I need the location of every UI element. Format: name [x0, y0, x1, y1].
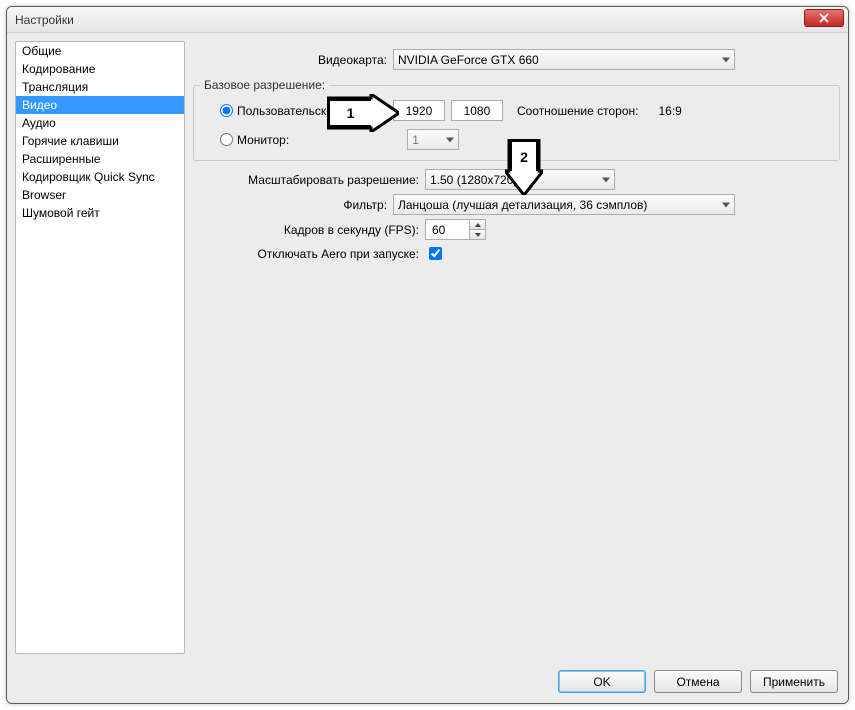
fps-spin-buttons: [470, 219, 486, 240]
fps-spinner[interactable]: [425, 219, 486, 240]
height-field[interactable]: [451, 100, 503, 121]
client-area: ОбщиеКодированиеТрансляцияВидеоАудиоГоря…: [7, 33, 848, 662]
radio-monitor-input[interactable]: [220, 133, 233, 146]
sidebar-item-2[interactable]: Трансляция: [16, 78, 184, 96]
settings-window: Настройки ОбщиеКодированиеТрансляцияВиде…: [6, 6, 849, 704]
ok-button-label: OK: [593, 675, 610, 689]
apply-button-label: Применить: [763, 675, 825, 689]
scale-select-value: 1.50 (1280x720): [430, 173, 517, 187]
monitor-select-value: 1: [412, 133, 419, 147]
radio-custom-input[interactable]: [220, 104, 233, 117]
sidebar-item-8[interactable]: Browser: [16, 186, 184, 204]
radio-monitor-resolution[interactable]: Монитор:: [220, 133, 289, 147]
sidebar-item-0[interactable]: Общие: [16, 42, 184, 60]
cancel-button-label: Отмена: [676, 675, 719, 689]
filter-select[interactable]: Ланцоша (лучшая детализация, 36 сэмплов): [393, 194, 735, 215]
sidebar-item-4[interactable]: Аудио: [16, 114, 184, 132]
ok-button[interactable]: OK: [558, 670, 646, 693]
base-resolution-legend: Базовое разрешение:: [200, 78, 329, 92]
aero-label: Отключать Aero при запуске:: [193, 247, 425, 261]
monitor-select[interactable]: 1: [407, 129, 459, 150]
fps-field[interactable]: [425, 219, 470, 240]
chevron-down-icon: [722, 202, 730, 207]
radio-monitor-label: Монитор:: [237, 133, 289, 147]
button-bar: OK Отмена Применить: [7, 662, 848, 703]
sidebar-item-6[interactable]: Расширенные: [16, 150, 184, 168]
settings-nav-list[interactable]: ОбщиеКодированиеТрансляцияВидеоАудиоГоря…: [15, 41, 185, 654]
close-button[interactable]: [804, 9, 844, 27]
sidebar-item-9[interactable]: Шумовой гейт: [16, 204, 184, 222]
apply-button[interactable]: Применить: [750, 670, 838, 693]
chevron-down-icon: [602, 177, 610, 182]
fps-input[interactable]: [430, 220, 465, 239]
fps-spin-down[interactable]: [470, 229, 485, 239]
height-input[interactable]: [456, 101, 498, 120]
filter-select-value: Ланцоша (лучшая детализация, 36 сэмплов): [398, 198, 647, 212]
scale-label: Масштабировать разрешение:: [193, 173, 425, 187]
aspect-ratio-label: Соотношение сторон:: [517, 104, 645, 118]
window-title: Настройки: [15, 13, 74, 27]
fps-spin-up[interactable]: [470, 220, 485, 229]
gpu-label: Видеокарта:: [193, 53, 393, 67]
scale-select[interactable]: 1.50 (1280x720): [425, 169, 615, 190]
cancel-button[interactable]: Отмена: [654, 670, 742, 693]
radio-custom-label: Пользовательское:: [237, 104, 343, 118]
close-icon: [819, 13, 829, 23]
aspect-ratio-value: 16:9: [658, 104, 681, 118]
chevron-down-icon: [722, 57, 730, 62]
filter-label: Фильтр:: [193, 198, 393, 212]
fps-label: Кадров в секунду (FPS):: [193, 223, 425, 237]
width-field[interactable]: [393, 100, 445, 121]
width-input[interactable]: [398, 101, 440, 120]
chevron-up-icon: [475, 223, 481, 227]
sidebar-item-1[interactable]: Кодирование: [16, 60, 184, 78]
sidebar-item-3[interactable]: Видео: [16, 96, 184, 114]
radio-custom-resolution[interactable]: Пользовательское:: [220, 104, 343, 118]
sidebar-item-5[interactable]: Горячие клавиши: [16, 132, 184, 150]
base-resolution-group: Базовое разрешение: Пользовательское:: [193, 78, 840, 161]
gpu-select[interactable]: NVIDIA GeForce GTX 660: [393, 49, 735, 70]
gpu-select-value: NVIDIA GeForce GTX 660: [398, 53, 539, 67]
sidebar-item-7[interactable]: Кодировщик Quick Sync: [16, 168, 184, 186]
chevron-down-icon: [446, 137, 454, 142]
settings-page-video: Видеокарта: NVIDIA GeForce GTX 660 Базов…: [193, 41, 840, 654]
aero-checkbox[interactable]: [429, 247, 442, 260]
chevron-down-icon: [475, 233, 481, 237]
titlebar: Настройки: [7, 7, 848, 33]
